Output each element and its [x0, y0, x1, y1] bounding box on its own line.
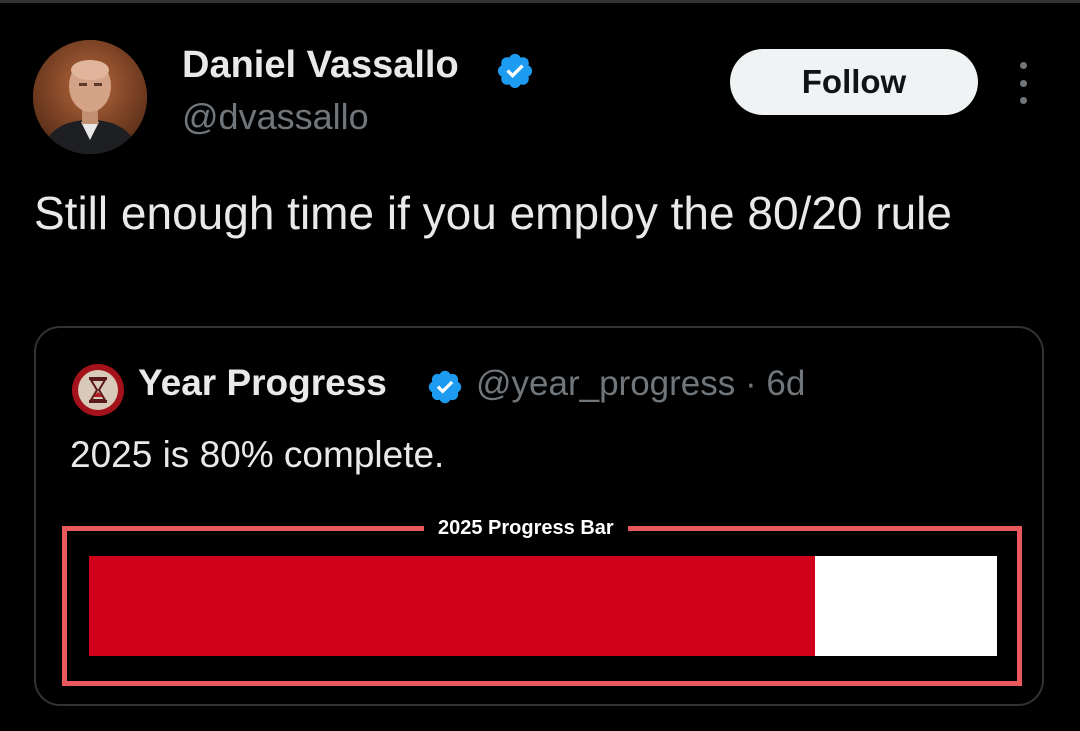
top-divider: [0, 0, 1080, 3]
progress-bar-frame: 2025 Progress Bar: [62, 516, 1022, 686]
hourglass-icon[interactable]: [72, 364, 124, 416]
verified-badge-icon: [497, 53, 533, 89]
quote-text: 2025 is 80% complete.: [70, 434, 445, 475]
more-dot: [1019, 97, 1027, 104]
more-dot: [1019, 79, 1027, 87]
author-avatar[interactable]: [33, 40, 147, 154]
progress-bar-track: [89, 556, 997, 656]
more-dot: [1019, 62, 1027, 69]
follow-button[interactable]: Follow: [730, 49, 978, 115]
progress-bar-title: 2025 Progress Bar: [424, 516, 628, 540]
tweet-text: Still enough time if you employ the 80/2…: [34, 187, 952, 239]
quoted-tweet-card[interactable]: Year Progress @year_progress · 6d 2025 i…: [34, 326, 1044, 706]
progress-bar-fill: [89, 556, 816, 656]
more-vertical-icon[interactable]: [1008, 62, 1038, 104]
author-name[interactable]: Daniel Vassallo: [182, 44, 459, 87]
quote-author-name[interactable]: Year Progress: [138, 362, 387, 404]
author-handle[interactable]: @dvassallo: [182, 96, 369, 138]
quote-handle-timestamp[interactable]: @year_progress · 6d: [476, 364, 805, 404]
verified-badge-icon: [428, 370, 462, 404]
